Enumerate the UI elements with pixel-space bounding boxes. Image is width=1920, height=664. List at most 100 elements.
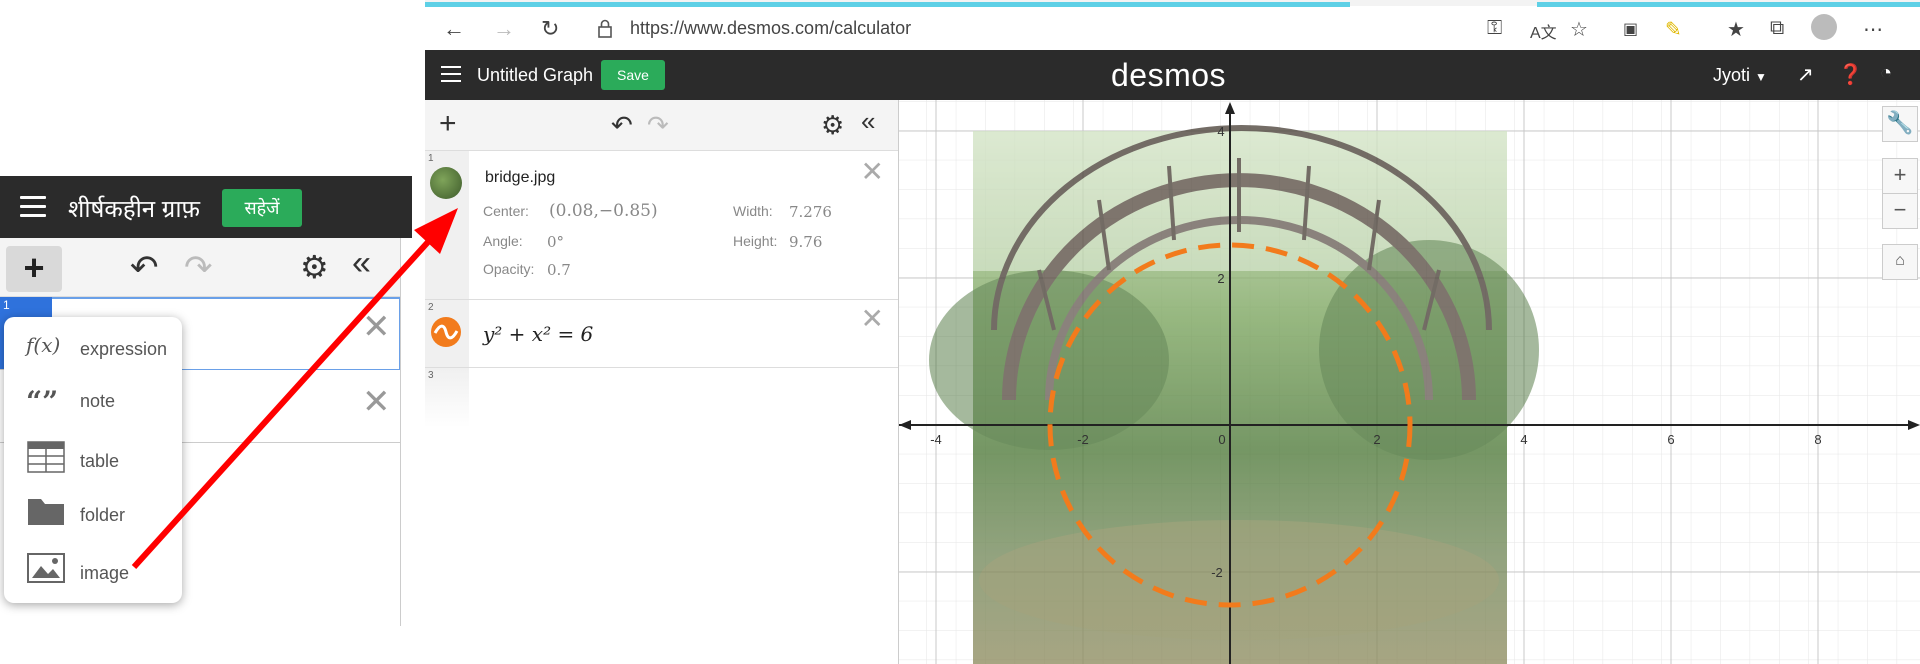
height-value[interactable]: 9.76: [789, 233, 822, 251]
bridge-image[interactable]: [929, 124, 1539, 664]
address-bar-row: ← → ↻ https://www.desmos.com/calculator …: [425, 8, 1920, 50]
menu-label: expression: [80, 339, 168, 359]
tab-strip: [425, 0, 1920, 7]
opacity-value[interactable]: 0.7: [547, 261, 571, 279]
y-tick-label: 4: [1217, 124, 1224, 139]
menu-label: note: [80, 391, 116, 411]
add-item-icon[interactable]: +: [439, 107, 457, 141]
hamburger-icon[interactable]: [441, 66, 461, 84]
chevron-down-icon: ▼: [1755, 70, 1767, 84]
favorites-icon[interactable]: ★: [1727, 17, 1745, 42]
browser-window: ← → ↻ https://www.desmos.com/calculator …: [425, 0, 1920, 664]
translate-icon[interactable]: A文: [1530, 19, 1557, 43]
opacity-label: Opacity:: [483, 261, 535, 277]
undo-icon[interactable]: ↶: [611, 110, 633, 141]
zoom-out-button[interactable]: −: [1882, 193, 1918, 229]
x-tick-label: 0: [1218, 432, 1225, 447]
inset-graph-title[interactable]: शीर्षकहीन ग्राफ़: [68, 192, 200, 225]
share-icon[interactable]: ↗: [1797, 62, 1814, 87]
folder-icon: [28, 499, 64, 525]
back-icon[interactable]: ←: [443, 16, 465, 42]
angle-value[interactable]: 0°: [547, 233, 564, 251]
delete-expression-icon[interactable]: ✕: [861, 155, 884, 188]
user-name: Jyoti: [1713, 65, 1751, 85]
redo-icon[interactable]: ↷: [647, 110, 669, 141]
expression-list: + ↶ ↷ ⚙ « 1 bridge.jpg ✕ Center: (0.08,−…: [425, 100, 899, 664]
menu-item-image[interactable]: image: [4, 549, 182, 589]
collapse-panel-icon[interactable]: «: [352, 244, 371, 283]
expression-index: 3: [428, 370, 434, 381]
index-column: 3: [425, 368, 469, 428]
collapse-panel-icon[interactable]: «: [861, 106, 875, 137]
refresh-icon[interactable]: ↻: [541, 16, 559, 42]
more-icon[interactable]: ⋯: [1863, 17, 1883, 42]
graph-paper[interactable]: -4 -2 0 2 4 6 8 4 2 -2 🔧 + − ⌂: [899, 100, 1920, 664]
desmos-logo: desmos: [1111, 57, 1227, 93]
menu-item-folder[interactable]: folder: [4, 493, 182, 533]
graph-canvas[interactable]: -4 -2 0 2 4 6 8 4 2 -2: [899, 100, 1920, 664]
width-value[interactable]: 7.276: [789, 203, 832, 221]
delete-row-icon[interactable]: ✕: [362, 382, 391, 422]
add-item-menu: f(x) expression “” note table folder ima…: [4, 317, 182, 603]
row-index: 1: [3, 298, 10, 312]
menu-item-note[interactable]: “” note: [4, 381, 182, 421]
menu-label: image: [80, 563, 130, 583]
menu-label: folder: [80, 505, 126, 525]
graph-settings-wrench-icon[interactable]: 🔧: [1882, 106, 1918, 142]
height-label: Height:: [733, 233, 778, 249]
expression-item-image[interactable]: 1 bridge.jpg ✕ Center: (0.08,−0.85) Widt…: [425, 151, 898, 300]
x-tick-label: -2: [1077, 432, 1089, 447]
gear-icon[interactable]: ⚙: [821, 110, 844, 141]
inset-save-button[interactable]: सहेजें: [222, 189, 302, 227]
expression-toolbar: + ↶ ↷ ⚙ «: [425, 100, 898, 151]
help-icon[interactable]: ❓: [1838, 62, 1863, 87]
user-menu[interactable]: Jyoti ▼: [1713, 65, 1767, 86]
x-tick-label: -4: [930, 432, 942, 447]
redo-icon[interactable]: ↷: [184, 248, 213, 288]
panel-divider: [400, 238, 401, 626]
inset-toolbar: + ↶ ↷ ⚙ «: [0, 238, 400, 297]
delete-expression-icon[interactable]: ✕: [861, 302, 884, 335]
x-tick-label: 4: [1520, 432, 1527, 447]
language-globe-icon[interactable]: ◔: [1880, 62, 1892, 85]
gear-icon[interactable]: ⚙: [300, 248, 329, 286]
center-value[interactable]: (0.08,−0.85): [549, 201, 658, 221]
expression-item-empty[interactable]: 3: [425, 368, 898, 428]
highlighter-icon[interactable]: ✎: [1665, 17, 1682, 42]
forward-icon[interactable]: →: [493, 16, 515, 42]
x-tick-label: 6: [1667, 432, 1674, 447]
extension-icon[interactable]: ▣: [1623, 19, 1638, 39]
x-tick-label: 8: [1814, 432, 1821, 447]
lock-icon: [598, 19, 612, 38]
image-icon: [27, 553, 65, 583]
x-tick-label: 2: [1373, 432, 1380, 447]
hamburger-icon[interactable]: [20, 196, 46, 218]
table-icon: [27, 441, 65, 473]
menu-item-table[interactable]: table: [4, 437, 182, 477]
undo-icon[interactable]: ↶: [130, 248, 159, 288]
desmos-header: Untitled Graph Save desmos Jyoti ▼ ↗ ❓ ◔: [425, 50, 1920, 100]
save-button[interactable]: Save: [601, 60, 665, 90]
add-item-button[interactable]: +: [6, 246, 62, 292]
equation-text[interactable]: y² + x² = 6: [483, 322, 593, 346]
url-text[interactable]: https://www.desmos.com/calculator: [630, 18, 911, 39]
curve-color-icon[interactable]: [430, 316, 462, 348]
star-icon[interactable]: ☆: [1570, 17, 1588, 42]
function-icon: f(x): [26, 333, 61, 357]
default-view-home-icon[interactable]: ⌂: [1882, 244, 1918, 280]
center-label: Center:: [483, 203, 529, 219]
graph-title[interactable]: Untitled Graph: [477, 65, 593, 86]
menu-label: table: [80, 451, 120, 471]
key-icon[interactable]: ⚿: [1487, 17, 1502, 40]
profile-avatar-icon[interactable]: [1811, 14, 1837, 40]
collections-icon[interactable]: ⧉: [1770, 17, 1784, 40]
expression-index: 2: [428, 302, 434, 313]
inset-header: शीर्षकहीन ग्राफ़ सहेजें: [0, 176, 412, 238]
image-filename[interactable]: bridge.jpg: [485, 169, 555, 187]
menu-item-expression[interactable]: f(x) expression: [4, 329, 182, 369]
zoom-in-button[interactable]: +: [1882, 158, 1918, 194]
expression-item-equation[interactable]: 2 y² + x² = 6 ✕: [425, 300, 898, 368]
image-thumbnail: [430, 167, 462, 199]
y-tick-label: 2: [1217, 271, 1224, 286]
delete-row-icon[interactable]: ✕: [362, 307, 391, 347]
